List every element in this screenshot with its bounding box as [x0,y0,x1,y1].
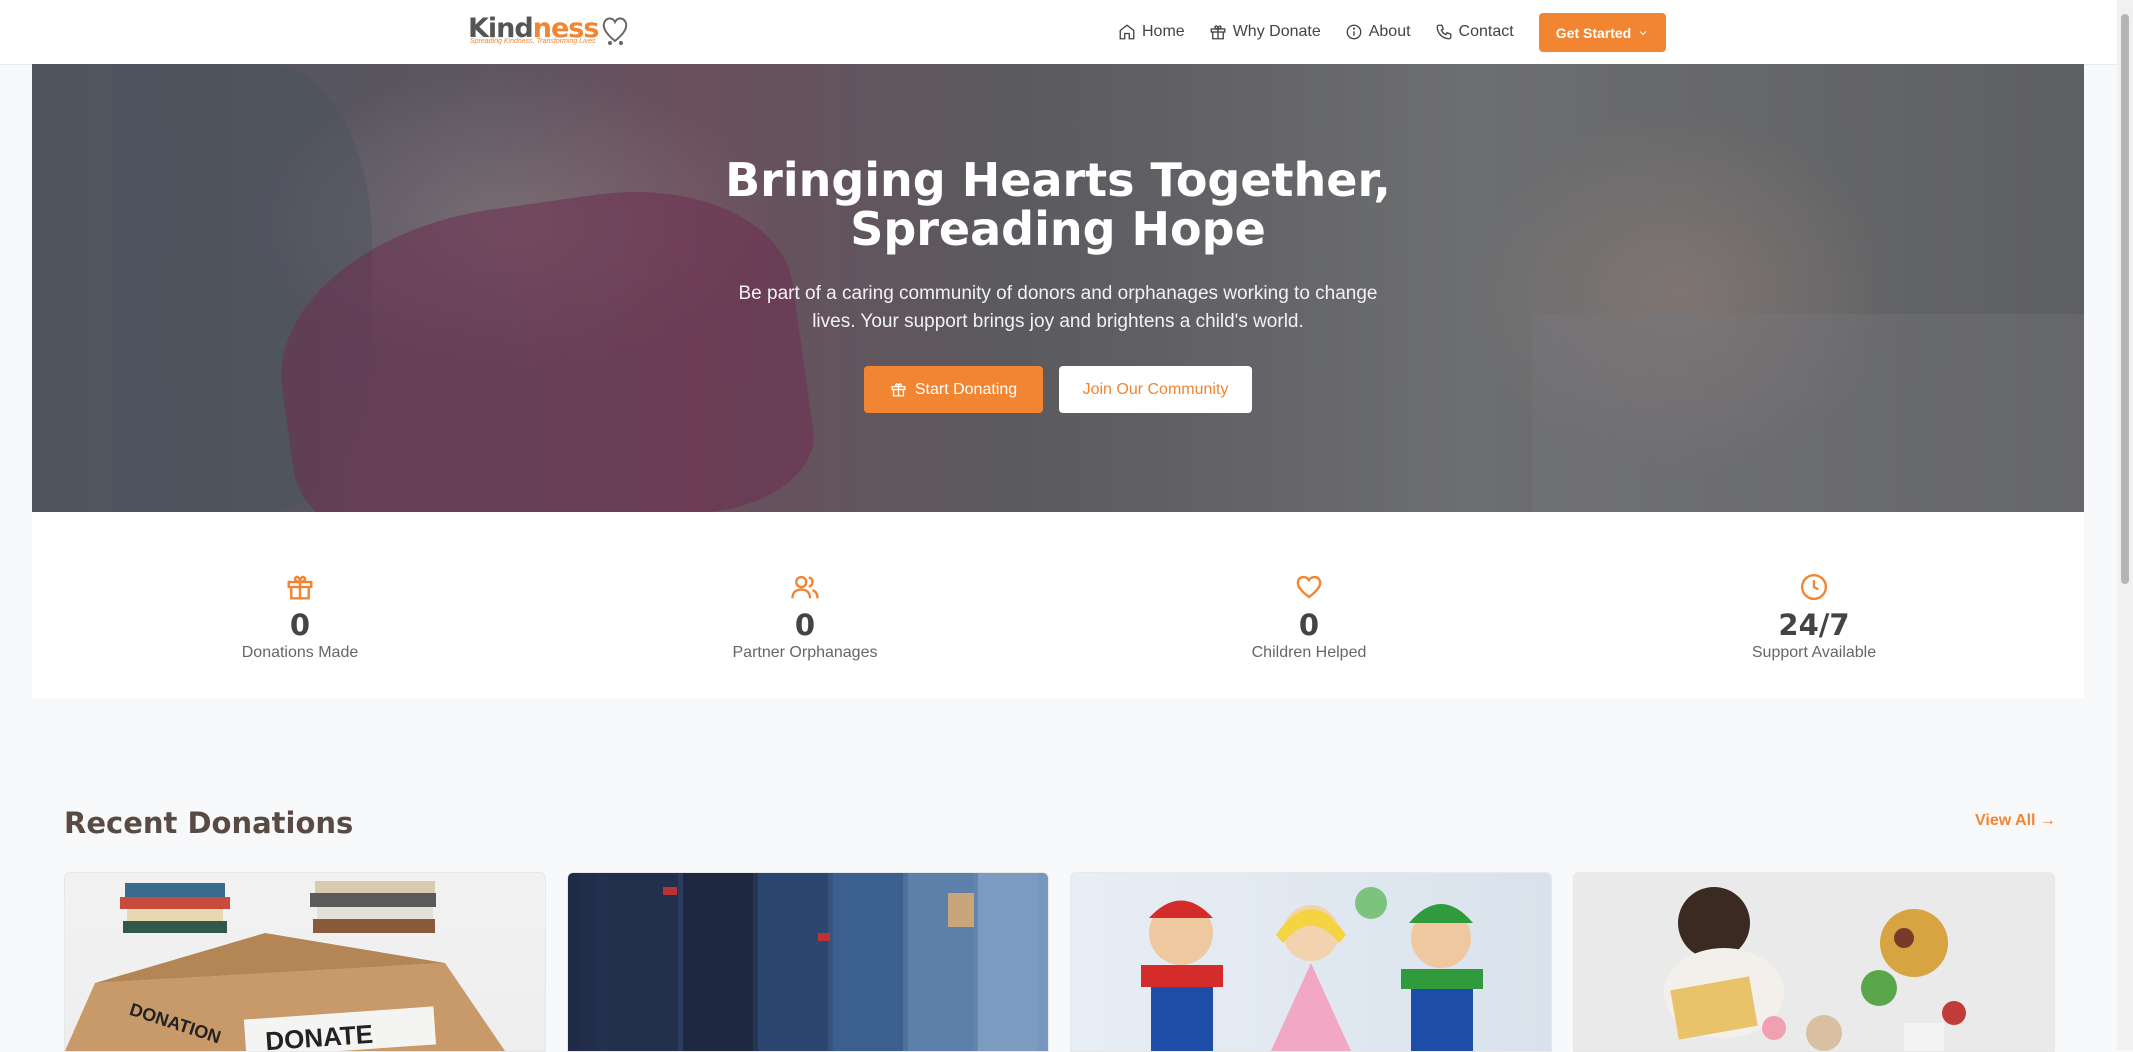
chevron-down-icon [1639,30,1647,35]
users-icon [791,575,819,599]
donation-card-jeans[interactable] [567,872,1049,1052]
logo[interactable]: Kindness Spreading Kindness, Transformin… [468,14,630,50]
baby-toys-donation-image [1574,873,2054,1051]
home-icon [1119,24,1135,40]
get-started-label: Get Started [1555,24,1632,41]
join-community-button[interactable]: Join Our Community [1059,366,1252,413]
stat-donations: 0 Donations Made [150,572,450,662]
stats-section: 0 Donations Made 0 Partner Orphanages 0 … [32,512,2084,698]
nav-link-contact[interactable]: Contact [1435,20,1514,44]
info-icon [1346,24,1362,40]
phone-icon [1436,24,1451,40]
scrollbar-thumb[interactable] [2121,14,2129,584]
stat-value: 24/7 [1778,608,1850,642]
stat-support: 24/7 Support Available [1664,572,1964,662]
toy-figures-donation-image [1141,887,1483,1051]
nav-links: Home Why Donate About Contact [1118,20,1538,44]
stat-value: 0 [1298,608,1320,642]
nav-link-label: Contact [1458,23,1514,40]
heart-icon [1296,575,1322,599]
nav-link-home[interactable]: Home [1118,20,1185,44]
donation-card-toys[interactable] [1070,872,1552,1052]
logo-tagline: Spreading Kindness, Transforming Lives [470,38,596,45]
nav-link-why-donate[interactable]: Why Donate [1209,20,1321,44]
books-donation-image: DONATE DONATION [65,881,505,1051]
stat-value: 0 [289,608,311,642]
nav-link-label: About [1368,23,1411,40]
donation-card-baby-toys[interactable] [1573,872,2055,1052]
stat-label: Partner Orphanages [732,644,878,661]
stat-label: Support Available [1751,644,1877,661]
view-all-link[interactable]: View All → [1975,812,2056,830]
start-donating-label: Start Donating [914,380,1018,398]
stat-orphanages: 0 Partner Orphanages [655,572,955,662]
hero-buttons: Start Donating Join Our Community [32,366,2084,413]
stat-children: 0 Children Helped [1159,572,1459,662]
nav-link-label: Home [1142,23,1185,40]
hero-content: Bringing Hearts Together, Spreading Hope… [32,156,2084,413]
stat-label: Children Helped [1251,644,1367,661]
gift-icon [287,575,313,600]
hero-title-line1: Bringing Hearts Together, [725,153,1391,207]
get-started-button[interactable]: Get Started [1539,13,1666,52]
heart-cart-icon [603,17,628,45]
recent-donations-title: Recent Donations [64,806,354,840]
nav-link-label: Why Donate [1232,23,1321,40]
page-scrollbar[interactable] [2117,0,2133,1050]
stat-label: Donations Made [241,644,359,661]
gift-icon [1210,25,1226,40]
nav-link-about[interactable]: About [1345,20,1411,44]
hero-title: Bringing Hearts Together, Spreading Hope [32,156,2084,254]
hero-title-line2: Spreading Hope [850,202,1266,256]
gift-icon [891,383,906,397]
join-community-label: Join Our Community [1082,380,1229,398]
start-donating-button[interactable]: Start Donating [864,366,1043,413]
stat-value: 0 [794,608,816,642]
top-navbar: Kindness Spreading Kindness, Transformin… [0,0,2117,65]
clock-icon [1800,573,1828,601]
jeans-donation-image [608,873,1038,1051]
donation-card-books[interactable]: DONATE DONATION [64,872,546,1052]
hero-banner: Bringing Hearts Together, Spreading Hope… [32,64,2084,512]
hero-subtitle: Be part of a caring community of donors … [738,283,1378,332]
